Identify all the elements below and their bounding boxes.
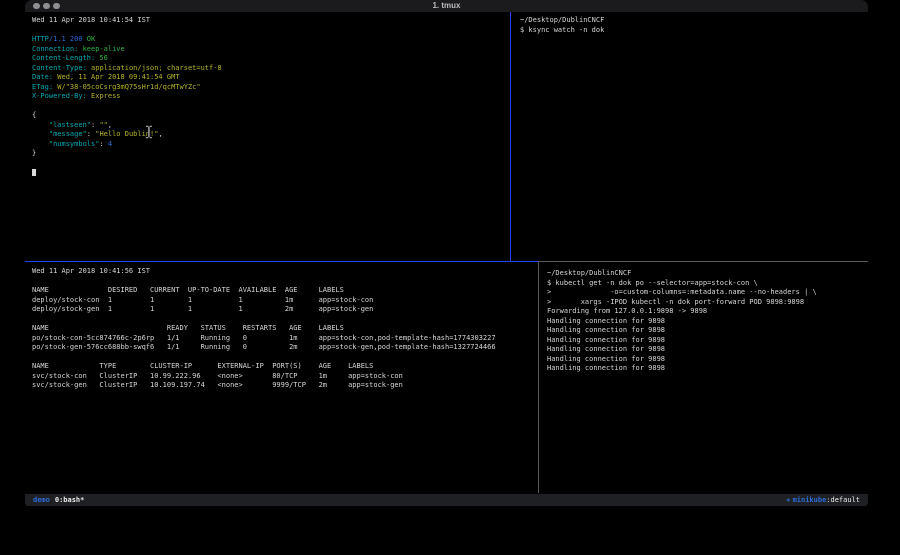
terminal-line bbox=[32, 102, 510, 112]
pane-http-response[interactable]: Wed 11 Apr 2018 10:41:54 IST HTTP/1.1 20… bbox=[25, 12, 510, 261]
terminal-line: > -o=custom-columns=:metadata.name --no-… bbox=[547, 288, 868, 298]
tmux-window-label[interactable]: 0:bash* bbox=[55, 496, 85, 504]
terminal-line: Handling connection for 9898 bbox=[547, 336, 868, 346]
terminal-line: deploy/stock-con 1 1 1 1 1m app=stock-co… bbox=[32, 296, 537, 306]
mouse-ibeam-cursor bbox=[145, 124, 153, 138]
terminal-line: ~/Desktop/DublinCNCF bbox=[547, 269, 868, 279]
terminal-line bbox=[32, 277, 537, 287]
terminal-line bbox=[32, 168, 510, 178]
terminal-line: Handling connection for 9898 bbox=[547, 326, 868, 336]
pane-border-vertical-top[interactable] bbox=[510, 12, 511, 261]
terminal-line: Handling connection for 9898 bbox=[547, 345, 868, 355]
terminal-line: deploy/stock-gen 1 1 1 1 2m app=stock-ge… bbox=[32, 305, 537, 315]
terminal-line: Connection: keep-alive bbox=[32, 45, 510, 55]
terminal-line: svc/stock-gen ClusterIP 10.109.197.74 <n… bbox=[32, 381, 537, 391]
terminal-line: > xargs -IPOD kubectl -n dok port-forwar… bbox=[547, 298, 868, 308]
kube-context-name: minikube bbox=[793, 496, 827, 504]
terminal-line: NAME DESIRED CURRENT UP-TO-DATE AVAILABL… bbox=[32, 286, 537, 296]
terminal-line: NAME TYPE CLUSTER-IP EXTERNAL-IP PORT(S)… bbox=[32, 362, 537, 372]
terminal-line: } bbox=[32, 149, 510, 159]
pane-kubectl-get[interactable]: Wed 11 Apr 2018 10:41:56 IST NAME DESIRE… bbox=[25, 262, 537, 493]
desktop: 1. tmux Wed 11 Apr 2018 10:41:54 IST HTT… bbox=[0, 0, 900, 555]
window-title: 1. tmux bbox=[25, 0, 868, 12]
kube-namespace: :default bbox=[826, 496, 860, 504]
terminal-line: $ ksync watch -n dok bbox=[520, 26, 868, 36]
terminal-line: Forwarding from 127.0.0.1:9898 -> 9898 bbox=[547, 307, 868, 317]
kube-context-indicator: ⎈minikube:default bbox=[786, 494, 860, 506]
pane-border-active-segment bbox=[25, 261, 538, 262]
pane-border-vertical-bottom[interactable] bbox=[538, 262, 539, 493]
pane-border-horizontal[interactable] bbox=[25, 261, 868, 262]
terminal-window: 1. tmux Wed 11 Apr 2018 10:41:54 IST HTT… bbox=[25, 0, 868, 507]
terminal-line: Wed 11 Apr 2018 10:41:56 IST bbox=[32, 267, 537, 277]
terminal-line: po/stock-gen-576cc688bb-swqf6 1/1 Runnin… bbox=[32, 343, 537, 353]
terminal-line: X-Powered-By: Express bbox=[32, 92, 510, 102]
tmux-status-bar: demo 0:bash* ⎈minikube:default bbox=[25, 494, 868, 506]
window-titlebar[interactable]: 1. tmux bbox=[25, 0, 868, 12]
terminal-line: ETag: W/"38-05coCsrg3mQ75sHr1d/qcMTwYZc" bbox=[32, 83, 510, 93]
terminal-line: Handling connection for 9898 bbox=[547, 364, 868, 374]
terminal-line: Content-Type: application/json; charset=… bbox=[32, 64, 510, 74]
terminal-line: ~/Desktop/DublinCNCF bbox=[520, 16, 868, 26]
kubernetes-helm-icon: ⎈ bbox=[786, 496, 790, 504]
terminal-line: $ kubectl get -n dok po --selector=app=s… bbox=[547, 279, 868, 289]
terminal-line bbox=[32, 353, 537, 363]
terminal-line: NAME READY STATUS RESTARTS AGE LABELS bbox=[32, 324, 537, 334]
terminal-block-cursor bbox=[32, 169, 36, 176]
pane-port-forward[interactable]: ~/Desktop/DublinCNCF$ kubectl get -n dok… bbox=[539, 262, 868, 493]
terminal-line: Date: Wed, 11 Apr 2018 09:41:54 GMT bbox=[32, 73, 510, 83]
terminal-line: svc/stock-con ClusterIP 10.99.222.96 <no… bbox=[32, 372, 537, 382]
tmux-session-name: demo bbox=[33, 496, 50, 504]
terminal-line bbox=[32, 26, 510, 36]
terminal-line: "lastseen": "", bbox=[32, 121, 510, 131]
pane-ksync-watch[interactable]: ~/Desktop/DublinCNCF$ ksync watch -n dok bbox=[511, 12, 868, 261]
pane-border-inactive-segment bbox=[538, 261, 868, 262]
terminal-line: "message": "Hello Dublin!", bbox=[32, 130, 510, 140]
terminal-line: HTTP/1.1 200 OK bbox=[32, 35, 510, 45]
terminal-line bbox=[32, 159, 510, 169]
terminal-line: Handling connection for 9898 bbox=[547, 317, 868, 327]
terminal-line: po/stock-con-5cc874766c-2p6rp 1/1 Runnin… bbox=[32, 334, 537, 344]
terminal-line bbox=[32, 315, 537, 325]
tmux-status-left: demo 0:bash* bbox=[33, 494, 84, 506]
terminal-line: "numsymbols": 4 bbox=[32, 140, 510, 150]
terminal-line: Handling connection for 9898 bbox=[547, 355, 868, 365]
terminal-line: { bbox=[32, 111, 510, 121]
terminal-line: Wed 11 Apr 2018 10:41:54 IST bbox=[32, 16, 510, 26]
terminal-line: Content-Length: 56 bbox=[32, 54, 510, 64]
